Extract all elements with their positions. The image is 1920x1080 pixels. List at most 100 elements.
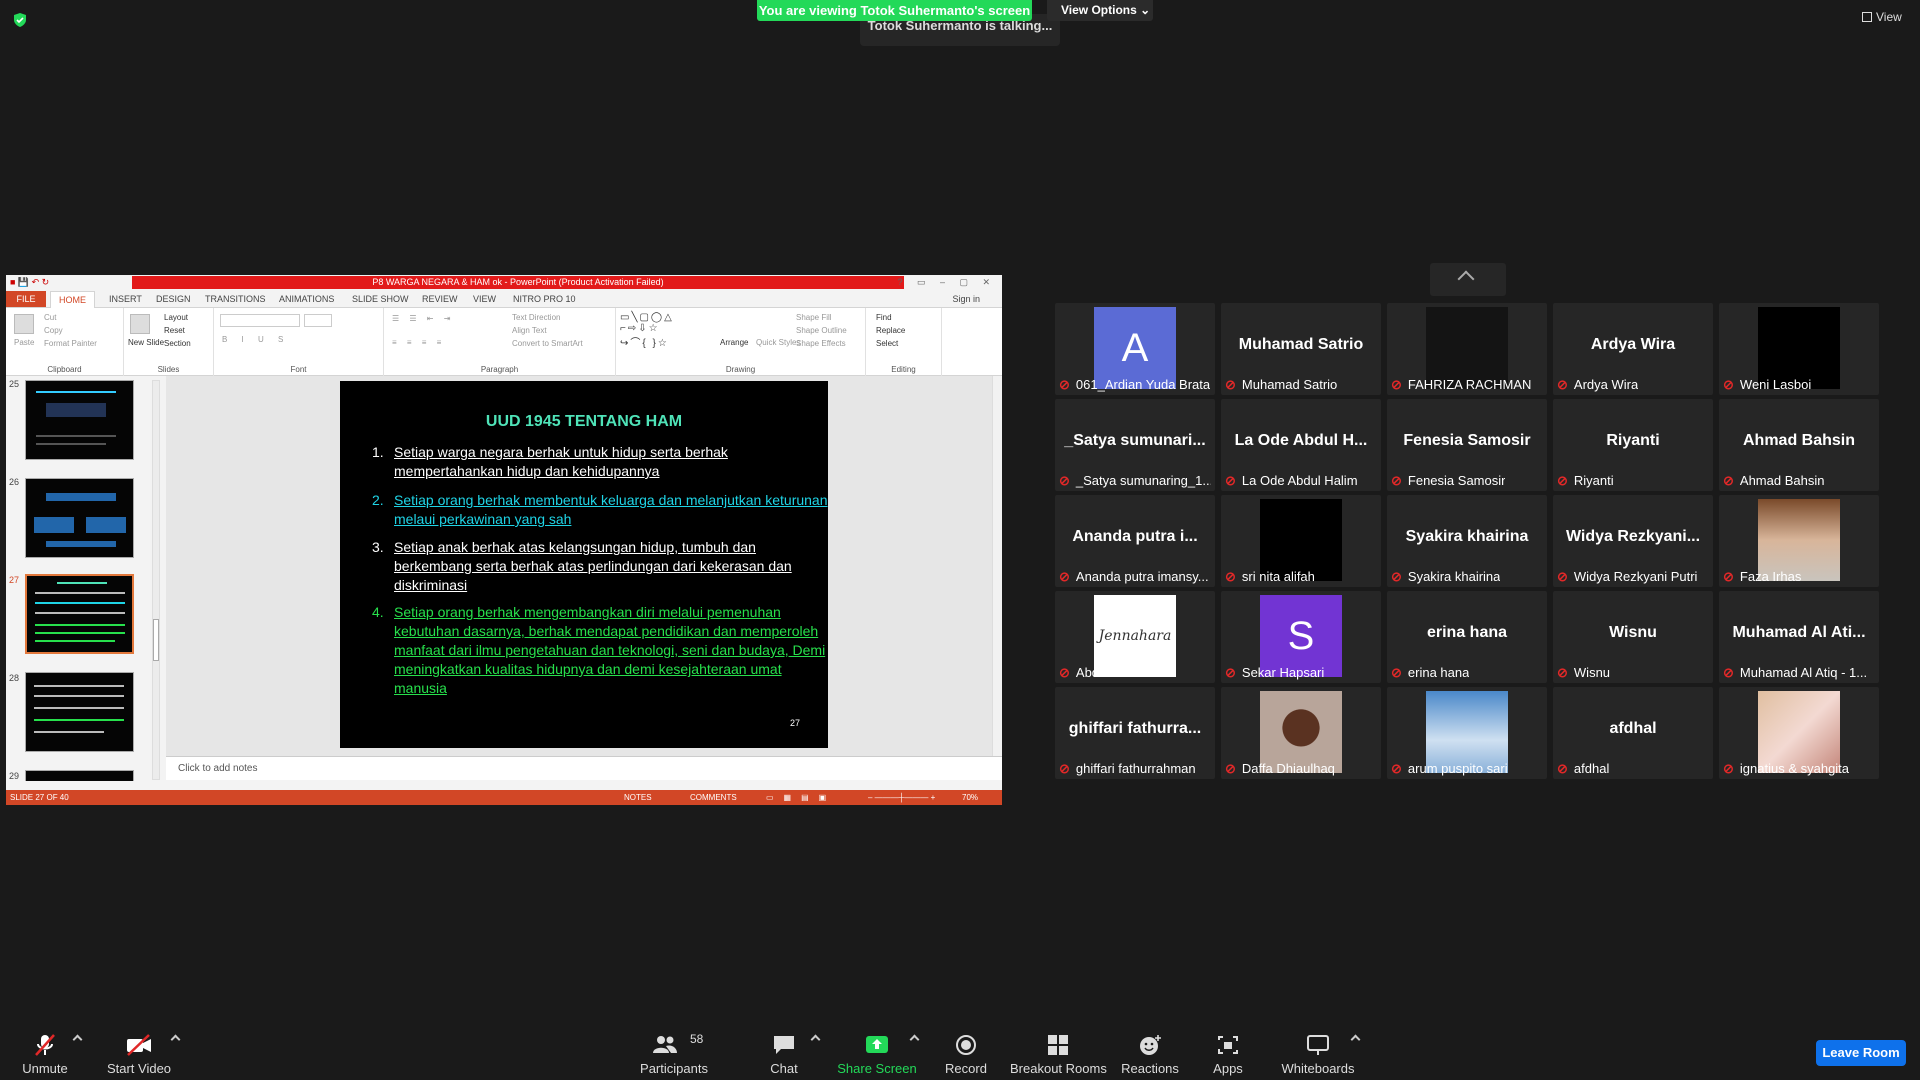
mic-muted-icon: ⊘: [1391, 761, 1402, 776]
tab-home[interactable]: HOME: [50, 291, 95, 308]
section-button[interactable]: Section: [164, 339, 191, 348]
shape-fill-button[interactable]: Shape Fill: [796, 313, 832, 322]
tab-design[interactable]: DESIGN: [156, 294, 191, 304]
reactions-button[interactable]: Reactions: [1118, 1016, 1182, 1080]
zoom-level[interactable]: 70%: [962, 790, 978, 805]
mic-muted-icon: ⊘: [1059, 377, 1070, 392]
tab-file[interactable]: FILE: [6, 291, 46, 307]
shape-outline-button[interactable]: Shape Outline: [796, 326, 847, 335]
new-slide-label[interactable]: New Slide: [128, 338, 164, 347]
slide-thumbnail-29[interactable]: [25, 770, 134, 781]
paste-icon[interactable]: [14, 314, 34, 334]
tab-animations[interactable]: ANIMATIONS: [279, 294, 334, 304]
layout-button[interactable]: Layout: [164, 313, 188, 322]
replace-button[interactable]: Replace: [876, 326, 905, 335]
participant-tile[interactable]: S ⊘ Sekar Hapsari: [1221, 591, 1381, 683]
participant-tile[interactable]: ⊘ arum puspito sari: [1387, 687, 1547, 779]
participant-tile[interactable]: _Satya sumunari... ⊘ _Satya sumunaring_1..…: [1055, 399, 1215, 491]
participant-tile[interactable]: Muhamad Al Ati... ⊘ Muhamad Al Atiq - 1...: [1719, 591, 1879, 683]
new-slide-icon[interactable]: [130, 314, 150, 334]
tab-insert[interactable]: INSERT: [109, 294, 142, 304]
slide-thumbnail-26[interactable]: [25, 478, 134, 558]
list-buttons[interactable]: ☰ ☰ ⇤ ⇥: [392, 314, 454, 323]
find-button[interactable]: Find: [876, 313, 892, 322]
participant-tile[interactable]: Ananda putra i... ⊘ Ananda putra imansy...: [1055, 495, 1215, 587]
shape-effects-button[interactable]: Shape Effects: [796, 339, 846, 348]
participant-tile[interactable]: Muhamad Satrio ⊘ Muhamad Satrio: [1221, 303, 1381, 395]
font-size-box[interactable]: [304, 314, 332, 327]
thumbnails-scrollbar[interactable]: [152, 380, 160, 780]
editor-scrollbar[interactable]: [992, 376, 1002, 756]
notes-pane[interactable]: Click to add notes: [166, 756, 1002, 780]
select-button[interactable]: Select: [876, 339, 898, 348]
participant-tile[interactable]: Jennahara ⊘ Abdul Aziz Adha: [1055, 591, 1215, 683]
reset-button[interactable]: Reset: [164, 326, 185, 335]
whiteboards-button[interactable]: Whiteboards: [1278, 1016, 1358, 1080]
participant-tile[interactable]: afdhal ⊘ afdhal: [1553, 687, 1713, 779]
arrange-button[interactable]: Arrange: [720, 338, 748, 347]
slide-thumbnail-27[interactable]: [25, 574, 134, 654]
participant-tile[interactable]: La Ode Abdul H... ⊘ La Ode Abdul Halim: [1221, 399, 1381, 491]
tab-nitro[interactable]: NITRO PRO 10: [513, 294, 576, 304]
apps-button[interactable]: Apps: [1198, 1016, 1258, 1080]
participant-tile[interactable]: Widya Rezkyani... ⊘ Widya Rezkyani Putri: [1553, 495, 1713, 587]
tab-slide-show[interactable]: SLIDE SHOW: [352, 294, 409, 304]
slide-thumbnail-25[interactable]: [25, 380, 134, 460]
mic-muted-icon: ⊘: [1723, 569, 1734, 584]
leave-room-button[interactable]: Leave Room: [1816, 1040, 1906, 1066]
notes-button[interactable]: NOTES: [624, 790, 652, 805]
participant-tile[interactable]: Riyanti ⊘ Riyanti: [1553, 399, 1713, 491]
align-buttons[interactable]: ≡ ≡ ≡ ≡: [392, 338, 445, 347]
format-painter-button[interactable]: Format Painter: [44, 339, 97, 348]
participant-tile[interactable]: Wisnu ⊘ Wisnu: [1553, 591, 1713, 683]
zoom-slider[interactable]: – ———┼——— +: [868, 790, 935, 805]
participant-tile[interactable]: Syakira khairina ⊘ Syakira khairina: [1387, 495, 1547, 587]
view-mode-buttons[interactable]: ▭▦▤▣: [766, 790, 836, 805]
quick-styles-button[interactable]: Quick Styles: [756, 338, 800, 347]
view-options-button[interactable]: View Options ⌄: [1047, 0, 1153, 21]
participant-tile[interactable]: Fenesia Samosir ⊘ Fenesia Samosir: [1387, 399, 1547, 491]
text-direction-button[interactable]: Text Direction: [512, 313, 560, 322]
participant-tile[interactable]: ghiffari fathurra... ⊘ ghiffari fathurrahm…: [1055, 687, 1215, 779]
share-screen-button[interactable]: Share Screen: [836, 1016, 918, 1080]
comments-button[interactable]: COMMENTS: [690, 790, 737, 805]
copy-button[interactable]: Copy: [44, 326, 63, 335]
breakout-rooms-button[interactable]: Breakout Rooms: [1010, 1016, 1107, 1080]
start-video-button[interactable]: Start Video: [100, 1016, 178, 1080]
collapse-gallery-button[interactable]: [1430, 263, 1506, 296]
font-name-box[interactable]: [220, 314, 300, 327]
record-button[interactable]: Record: [934, 1016, 998, 1080]
unmute-button[interactable]: Unmute: [10, 1016, 80, 1080]
chat-button[interactable]: Chat: [750, 1016, 818, 1080]
tab-view[interactable]: VIEW: [473, 294, 496, 304]
tab-review[interactable]: REVIEW: [422, 294, 458, 304]
chevron-up-icon: [1457, 270, 1475, 288]
paste-label[interactable]: Paste: [14, 338, 34, 347]
security-shield-icon[interactable]: [12, 12, 28, 28]
participant-tile[interactable]: ⊘ Faza Irhas: [1719, 495, 1879, 587]
align-text-button[interactable]: Align Text: [512, 326, 547, 335]
font-format-buttons[interactable]: B I U S: [222, 335, 289, 344]
sign-in-link[interactable]: Sign in: [952, 294, 980, 304]
current-slide[interactable]: UUD 1945 TENTANG HAM 1. Setiap warga nega…: [340, 381, 828, 748]
smartart-button[interactable]: Convert to SmartArt: [512, 339, 583, 348]
participant-tile[interactable]: ⊘ FAHRIZA RACHMAN: [1387, 303, 1547, 395]
mic-muted-icon: ⊘: [1391, 569, 1402, 584]
view-button[interactable]: View: [1862, 10, 1902, 24]
participant-tile[interactable]: ⊘ sri nita alifah: [1221, 495, 1381, 587]
cut-button[interactable]: Cut: [44, 313, 56, 322]
participants-button[interactable]: 58 Participants: [636, 1016, 712, 1080]
scrollbar-thumb[interactable]: [153, 619, 159, 661]
participant-tile[interactable]: ⊘ ignatius & syahgita: [1719, 687, 1879, 779]
participant-tile[interactable]: Ardya Wira ⊘ Ardya Wira: [1553, 303, 1713, 395]
participant-tile[interactable]: Ahmad Bahsin ⊘ Ahmad Bahsin: [1719, 399, 1879, 491]
shapes-gallery[interactable]: ▭╲▢◯△ ⌐⇨⇩☆ ↪⌒{ }☆: [620, 312, 674, 349]
participant-tile[interactable]: ⊘ Weni Lasboi: [1719, 303, 1879, 395]
participant-tile[interactable]: erina hana ⊘ erina hana: [1387, 591, 1547, 683]
tab-transitions[interactable]: TRANSITIONS: [205, 294, 266, 304]
slide-thumbnail-28[interactable]: [25, 672, 134, 752]
participant-tile[interactable]: ⊘ Daffa Dhiaulhaq: [1221, 687, 1381, 779]
participant-name-label: ⊘ Ardya Wira: [1557, 376, 1638, 393]
participant-name-label: ⊘ FAHRIZA RACHMAN: [1391, 376, 1531, 393]
participant-tile[interactable]: A ⊘ 061_Ardian Yuda Brata: [1055, 303, 1215, 395]
